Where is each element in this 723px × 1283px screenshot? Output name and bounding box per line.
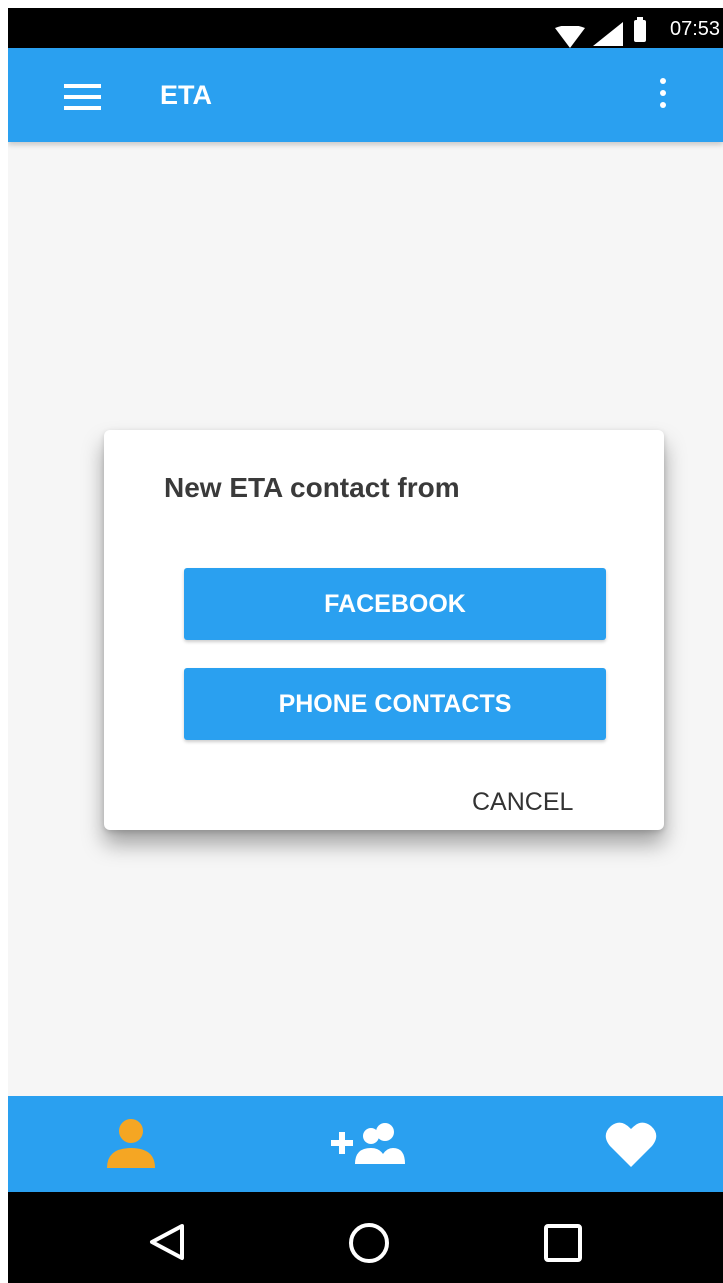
app-bar: ETA — [8, 48, 723, 142]
wifi-icon — [555, 26, 585, 48]
bottom-nav — [8, 1096, 723, 1192]
system-nav-bar — [8, 1192, 723, 1283]
home-icon[interactable] — [348, 1222, 390, 1264]
facebook-button[interactable]: FACEBOOK — [184, 568, 606, 640]
status-bar: 07:53 — [8, 8, 723, 48]
add-group-icon — [331, 1123, 405, 1164]
recents-icon[interactable] — [544, 1224, 582, 1262]
signal-icon — [593, 22, 623, 46]
phone-contacts-button[interactable]: PHONE CONTACTS — [184, 668, 606, 740]
nav-item-favorites[interactable] — [588, 1096, 678, 1192]
dialog-title: New ETA contact from — [164, 472, 460, 503]
nav-item-profile[interactable] — [88, 1096, 178, 1192]
status-time: 07:53 — [670, 18, 721, 40]
battery-icon — [634, 17, 646, 42]
heart-icon — [605, 1122, 657, 1167]
new-contact-dialog: New ETA contact from FACEBOOK PHONE CONT… — [104, 430, 664, 830]
nav-item-add-contact[interactable] — [323, 1096, 413, 1192]
person-icon — [107, 1119, 155, 1168]
app-title: ETA — [160, 80, 212, 110]
back-icon[interactable] — [148, 1222, 188, 1262]
cancel-button[interactable]: CANCEL — [472, 788, 573, 817]
menu-icon[interactable] — [64, 84, 101, 110]
more-vert-icon[interactable] — [652, 74, 676, 114]
phone-screen: 07:53 ETA New ETA contact from FACEBOOK … — [8, 8, 723, 1283]
